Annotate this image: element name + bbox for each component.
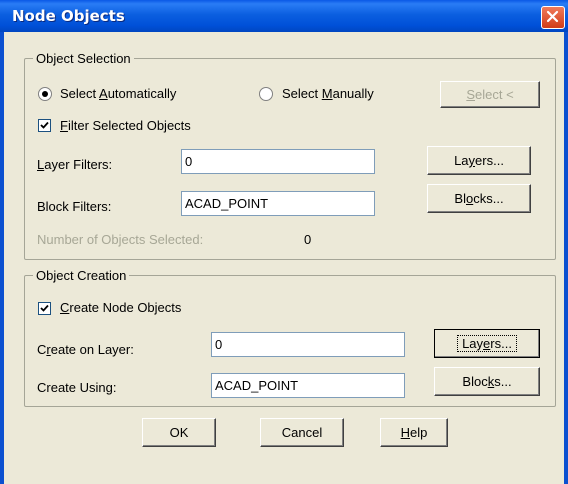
ok-button[interactable]: OK (142, 418, 216, 447)
block-filters-input[interactable] (181, 191, 375, 216)
window-frame-left (0, 32, 4, 484)
create-on-layer-label: Create on Layer: (37, 342, 134, 357)
select-manually-label[interactable]: Select Manually (282, 86, 374, 102)
create-node-objects-checkbox[interactable] (38, 302, 51, 315)
layer-filters-label: Layer Filters: (37, 157, 113, 172)
select-button[interactable]: Select < (440, 81, 540, 108)
select-automatically-radio[interactable] (38, 87, 52, 101)
create-layers-button[interactable]: Layers... (434, 329, 540, 358)
filter-selected-objects-checkbox[interactable] (38, 119, 51, 132)
create-blocks-button[interactable]: Blocks... (434, 367, 540, 396)
block-filters-label: Block Filters: (37, 199, 112, 214)
checkmark-icon (40, 121, 49, 129)
help-button[interactable]: Help (380, 418, 448, 447)
blocks-filter-button[interactable]: Blocks... (427, 184, 531, 213)
select-manually-radio[interactable] (259, 87, 273, 101)
create-node-objects-label[interactable]: Create Node Objects (60, 300, 181, 316)
create-on-layer-input[interactable] (211, 332, 405, 357)
window-title: Node Objects (12, 7, 125, 25)
create-using-label: Create Using: (37, 380, 117, 395)
filter-selected-objects-label[interactable]: Filter Selected Objects (60, 118, 191, 134)
objects-selected-count-label: Number of Objects Selected: (37, 232, 204, 247)
objects-selected-count: 0 (304, 232, 312, 247)
title-bar[interactable]: Node Objects (0, 0, 568, 32)
close-icon (546, 10, 559, 23)
object-creation-legend: Object Creation (33, 268, 130, 283)
node-objects-dialog: Node Objects Object Selection Select Aut… (0, 0, 568, 484)
object-selection-legend: Object Selection (33, 51, 134, 66)
select-automatically-label[interactable]: Select Automatically (60, 86, 176, 102)
window-frame-right (564, 32, 568, 484)
close-button[interactable] (541, 6, 565, 29)
checkmark-icon (40, 304, 49, 312)
cancel-button[interactable]: Cancel (260, 418, 344, 447)
layers-filter-button[interactable]: Layers... (427, 146, 531, 175)
create-using-input[interactable] (211, 373, 405, 398)
layer-filters-input[interactable] (181, 149, 375, 174)
